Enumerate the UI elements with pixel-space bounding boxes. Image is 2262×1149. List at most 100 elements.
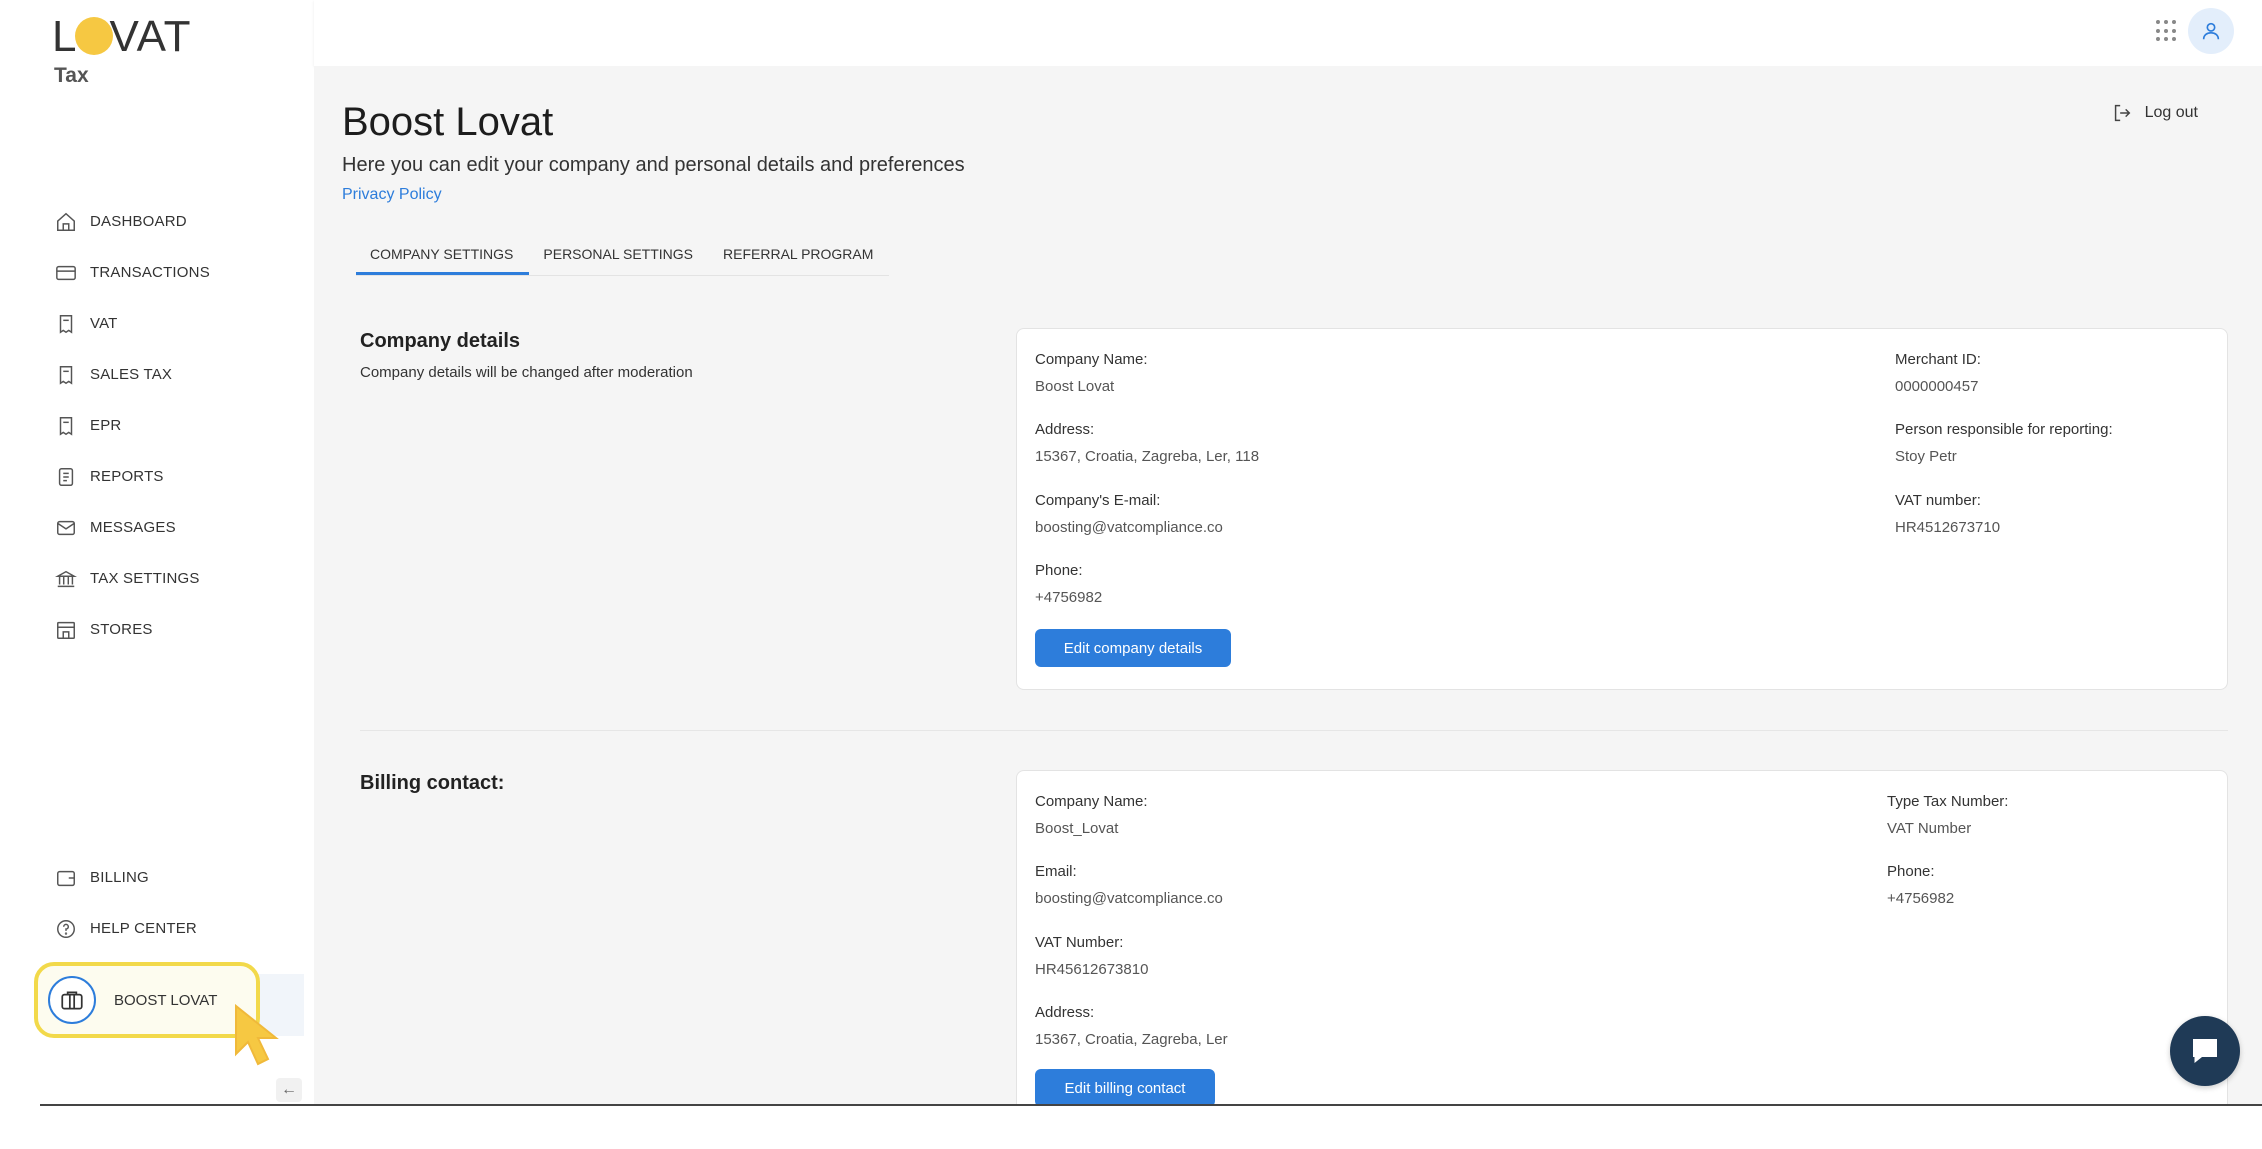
company-name-field: Company Name: Boost Lovat bbox=[1035, 351, 1148, 395]
section-divider bbox=[360, 730, 2228, 731]
sidebar-item-stores[interactable]: STORES bbox=[54, 604, 210, 655]
company-details-description: Company details will be changed after mo… bbox=[360, 364, 693, 381]
sidebar-item-label: STORES bbox=[90, 621, 153, 638]
sidebar-item-transactions[interactable]: TRANSACTIONS bbox=[54, 247, 210, 298]
sidebar-bottom-nav: BILLING HELP CENTER bbox=[54, 852, 197, 954]
card-icon bbox=[54, 261, 78, 285]
sidebar-item-dashboard[interactable]: DASHBOARD bbox=[54, 196, 210, 247]
sidebar-item-billing[interactable]: BILLING bbox=[54, 852, 197, 903]
briefcase-icon bbox=[48, 976, 96, 1024]
field-label: Type Tax Number: bbox=[1887, 793, 2009, 810]
field-label: VAT number: bbox=[1895, 492, 1981, 509]
tab-company-settings[interactable]: COMPANY SETTINGS bbox=[356, 246, 530, 275]
sidebar-nav: DASHBOARD TRANSACTIONS VAT SALES TAX EPR… bbox=[54, 196, 210, 655]
field-value: 0000000457 bbox=[1895, 378, 1979, 395]
billing-contact-card: Company Name: Boost_Lovat Email: boostin… bbox=[1016, 770, 2228, 1120]
tax-receipt-icon bbox=[54, 363, 78, 387]
field-label: Merchant ID: bbox=[1895, 351, 1981, 368]
tab-referral-program[interactable]: REFERRAL PROGRAM bbox=[709, 246, 889, 275]
page-title: Boost Lovat bbox=[342, 100, 554, 144]
edit-billing-contact-button[interactable]: Edit billing contact bbox=[1035, 1069, 1215, 1107]
collapse-sidebar-button[interactable]: ← bbox=[276, 1078, 302, 1102]
responsible-person-field: Person responsible for reporting: Stoy P… bbox=[1895, 421, 2113, 465]
store-icon bbox=[54, 618, 78, 642]
billing-vat-field: VAT Number: HR45612673810 bbox=[1035, 934, 1148, 978]
field-value: HR4512673710 bbox=[1895, 519, 2001, 536]
sidebar-item-epr[interactable]: EPR bbox=[54, 400, 210, 451]
document-icon bbox=[54, 465, 78, 489]
company-phone-field: Phone: +4756982 bbox=[1035, 562, 1102, 606]
sidebar-item-messages[interactable]: MESSAGES bbox=[54, 502, 210, 553]
field-label: Email: bbox=[1035, 863, 1077, 880]
field-value: +4756982 bbox=[1035, 589, 1103, 606]
company-address-field: Address: 15367, Croatia, Zagreba, Ler, 1… bbox=[1035, 421, 1259, 465]
field-value: boosting@vatcompliance.co bbox=[1035, 519, 1223, 536]
field-value: 15367, Croatia, Zagreba, Ler, 118 bbox=[1035, 448, 1260, 465]
field-value: Boost_Lovat bbox=[1035, 820, 1119, 837]
envelope-icon bbox=[54, 516, 78, 540]
billing-email-field: Email: boosting@vatcompliance.co bbox=[1035, 863, 1223, 907]
bottom-border-line bbox=[40, 1104, 2262, 1106]
edit-company-details-button[interactable]: Edit company details bbox=[1035, 629, 1231, 667]
sidebar-item-reports[interactable]: REPORTS bbox=[54, 451, 210, 502]
logo-sun-mark bbox=[75, 17, 114, 56]
epr-receipt-icon bbox=[54, 414, 78, 438]
field-label: Company's E-mail: bbox=[1035, 492, 1161, 509]
field-label: Company Name: bbox=[1035, 793, 1148, 810]
sidebar-item-label: BILLING bbox=[90, 869, 149, 886]
company-details-card: Company Name: Boost Lovat Address: 15367… bbox=[1016, 328, 2228, 690]
bank-icon bbox=[54, 567, 78, 591]
privacy-policy-link[interactable]: Privacy Policy bbox=[342, 186, 442, 204]
logout-icon bbox=[2114, 104, 2130, 122]
sidebar-item-tax-settings[interactable]: TAX SETTINGS bbox=[54, 553, 210, 604]
sidebar-profile[interactable]: BOOST LOVAT bbox=[34, 962, 260, 1038]
field-label: Company Name: bbox=[1035, 351, 1148, 368]
sidebar-item-label: TAX SETTINGS bbox=[90, 570, 200, 587]
company-vat-field: VAT number: HR4512673710 bbox=[1895, 492, 2000, 536]
logout-button[interactable]: Log out bbox=[2111, 102, 2198, 124]
sidebar-item-label: DASHBOARD bbox=[90, 213, 187, 230]
vat-receipt-icon bbox=[54, 312, 78, 336]
logo-wordmark: L VAT bbox=[52, 12, 192, 61]
sidebar-item-label: REPORTS bbox=[90, 468, 164, 485]
sidebar-item-label: MESSAGES bbox=[90, 519, 176, 536]
main-content: Boost Lovat Here you can edit your compa… bbox=[314, 66, 2262, 1120]
top-bar bbox=[314, 0, 2262, 66]
sidebar-item-vat[interactable]: VAT bbox=[54, 298, 210, 349]
sidebar-item-sales-tax[interactable]: SALES TAX bbox=[54, 349, 210, 400]
sidebar-item-label: EPR bbox=[90, 417, 122, 434]
bottom-strip bbox=[0, 1105, 2262, 1149]
billing-contact-title: Billing contact: bbox=[360, 772, 505, 794]
field-value: +4756982 bbox=[1887, 890, 1955, 907]
field-label: Person responsible for reporting: bbox=[1895, 421, 2113, 438]
chat-launcher-button[interactable] bbox=[2170, 1016, 2240, 1086]
profile-name: BOOST LOVAT bbox=[114, 991, 218, 1009]
settings-tabs: COMPANY SETTINGS PERSONAL SETTINGS REFER… bbox=[356, 246, 890, 276]
field-value: VAT Number bbox=[1887, 820, 1972, 837]
sidebar-item-label: SALES TAX bbox=[90, 366, 173, 383]
logout-label: Log out bbox=[2144, 104, 2198, 121]
field-value: boosting@vatcompliance.co bbox=[1035, 890, 1223, 907]
sidebar-item-label: HELP CENTER bbox=[90, 920, 197, 937]
sidebar: L VAT Tax DASHBOARD TRANSACTIONS VAT SALE… bbox=[0, 0, 314, 1105]
field-value: HR45612673810 bbox=[1035, 961, 1149, 978]
help-icon bbox=[54, 917, 78, 941]
billing-phone-field: Phone: +4756982 bbox=[1887, 863, 1954, 907]
lovat-logo[interactable]: L VAT bbox=[52, 12, 192, 61]
field-label: Address: bbox=[1035, 1004, 1095, 1021]
tab-personal-settings[interactable]: PERSONAL SETTINGS bbox=[529, 246, 709, 275]
home-icon bbox=[54, 210, 78, 234]
apps-grid-icon[interactable] bbox=[2156, 20, 2178, 42]
field-label: Address: bbox=[1035, 421, 1095, 438]
billing-address-field: Address: 15367, Croatia, Zagreba, Ler bbox=[1035, 1004, 1228, 1048]
product-name: Tax bbox=[54, 64, 89, 87]
sidebar-item-help-center[interactable]: HELP CENTER bbox=[54, 903, 197, 954]
company-email-field: Company's E-mail: boosting@vatcompliance… bbox=[1035, 492, 1223, 536]
pointer-cursor-icon bbox=[235, 1004, 279, 1066]
field-label: Phone: bbox=[1035, 562, 1083, 579]
arrow-left-icon: ← bbox=[281, 1081, 297, 1098]
billing-tax-type-field: Type Tax Number: VAT Number bbox=[1887, 793, 2008, 837]
page-subtitle: Here you can edit your company and perso… bbox=[342, 154, 965, 176]
sidebar-item-label: VAT bbox=[90, 315, 118, 332]
user-avatar[interactable] bbox=[2188, 8, 2234, 54]
